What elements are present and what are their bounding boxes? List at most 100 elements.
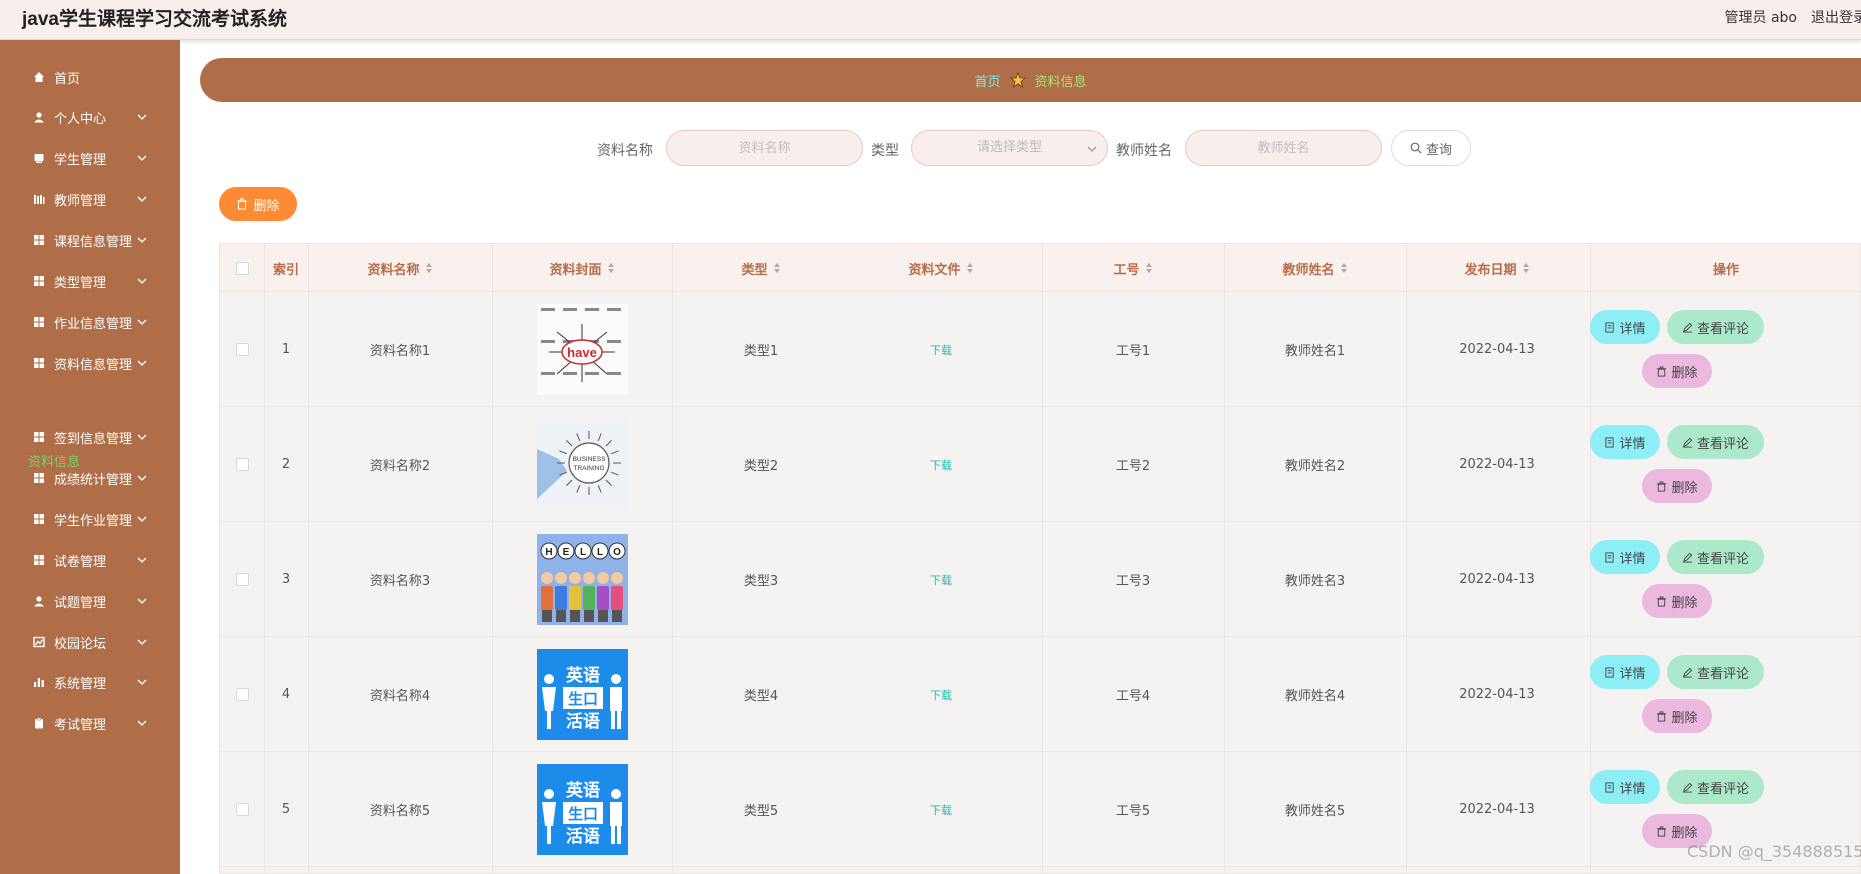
svg-text:活语: 活语 bbox=[566, 711, 600, 732]
sort-icon bbox=[1145, 263, 1152, 273]
row-checkbox[interactable] bbox=[235, 573, 249, 586]
header-date[interactable]: 发布日期 bbox=[1406, 244, 1588, 292]
index-cell: 3 bbox=[264, 522, 308, 637]
row-select-cell bbox=[220, 752, 264, 867]
work-no-cell: 工号4 bbox=[1042, 637, 1224, 752]
name-value: 资料名称2 bbox=[369, 459, 431, 474]
index-cell: 4 bbox=[264, 637, 308, 752]
delete-button[interactable]: 删除 bbox=[1642, 354, 1712, 388]
cover-image[interactable]: 英语 生口 活语 bbox=[536, 649, 628, 740]
chevron-down-icon bbox=[135, 716, 149, 730]
logout-link[interactable]: 退出登录 bbox=[1811, 7, 1861, 27]
detail-button[interactable]: 详情 bbox=[1590, 540, 1660, 574]
svg-text:生口: 生口 bbox=[567, 690, 597, 708]
sort-icon bbox=[425, 263, 432, 273]
breadcrumb-home[interactable]: 首页 bbox=[974, 71, 1000, 90]
header-teacher[interactable]: 教师姓名 bbox=[1224, 244, 1406, 292]
header-type[interactable]: 类型 bbox=[672, 244, 850, 292]
table-row: 2 资料名称2 BUSINESS TRAINING 类型2 下载 工号2 教师姓名2 2022-… bbox=[220, 407, 1860, 522]
cover-image[interactable]: BUSINESS TRAINING bbox=[536, 419, 628, 510]
sidebar-item[interactable]: 资料信息管理 bbox=[0, 343, 180, 383]
download-link[interactable]: 下载 bbox=[930, 572, 952, 588]
type-value: 类型4 bbox=[743, 689, 779, 704]
teacher-value: 教师姓名1 bbox=[1284, 344, 1346, 359]
svg-text:O: O bbox=[613, 547, 621, 558]
view-comments-button[interactable]: 查看评论 bbox=[1667, 425, 1764, 459]
download-link[interactable]: 下载 bbox=[930, 457, 952, 473]
teacher-search-input[interactable] bbox=[1185, 130, 1382, 166]
bulk-delete-button[interactable]: 删除 bbox=[219, 187, 297, 221]
cover-image[interactable]: have bbox=[536, 304, 628, 395]
header-cover[interactable]: 资料封面 bbox=[492, 244, 672, 292]
cover-image[interactable]: HELLO bbox=[536, 534, 628, 625]
query-button[interactable]: 查询 bbox=[1391, 130, 1471, 166]
sidebar-item[interactable]: 首页 bbox=[0, 57, 180, 97]
sidebar-item[interactable]: 系统管理 bbox=[0, 662, 180, 702]
cover-image[interactable]: 英语 生口 活语 bbox=[536, 764, 628, 855]
type-cell: 类型5 bbox=[672, 752, 850, 867]
download-link[interactable]: 下载 bbox=[930, 802, 952, 818]
name-value: 资料名称4 bbox=[369, 689, 431, 704]
header-ops: 操作 bbox=[1712, 262, 1739, 278]
header-select-all[interactable] bbox=[220, 244, 264, 292]
grid-icon bbox=[32, 233, 46, 247]
work-no-value: 工号4 bbox=[1115, 689, 1151, 704]
sidebar-item[interactable]: 考试管理 bbox=[0, 703, 180, 743]
top-bar-right: 管理员 abo 退出登录 bbox=[1725, 5, 1861, 29]
download-link[interactable]: 下载 bbox=[930, 342, 952, 358]
date-value: 2022-04-13 bbox=[1459, 687, 1535, 702]
table-row: 5 资料名称5 英语 生口 活语 类型5 下载 工号5 教师姓名5 2022-04-13 详情 查看评… bbox=[220, 752, 1860, 867]
sidebar-item[interactable]: 学生管理 bbox=[0, 138, 180, 178]
file-cell: 下载 bbox=[850, 292, 1032, 407]
svg-text:L: L bbox=[579, 547, 585, 558]
sidebar-item[interactable]: 学生作业管理 bbox=[0, 499, 180, 539]
delete-button[interactable]: 删除 bbox=[1642, 699, 1712, 733]
work-no-cell: 工号2 bbox=[1042, 407, 1224, 522]
download-link[interactable]: 下载 bbox=[930, 687, 952, 703]
chevron-down-icon bbox=[135, 356, 149, 370]
sidebar-item[interactable]: 试卷管理 bbox=[0, 540, 180, 580]
detail-button[interactable]: 详情 bbox=[1590, 655, 1660, 689]
sidebar-item[interactable]: 签到信息管理 bbox=[0, 417, 180, 457]
sidebar-subitem-active[interactable]: 资料信息 bbox=[28, 451, 80, 470]
sidebar-item[interactable]: 教师管理 bbox=[0, 179, 180, 219]
name-cell: 资料名称3 bbox=[308, 522, 492, 637]
cover-cell: HELLO bbox=[492, 522, 672, 637]
view-comments-button[interactable]: 查看评论 bbox=[1667, 770, 1764, 804]
sidebar-item[interactable]: 试题管理 bbox=[0, 581, 180, 621]
detail-button[interactable]: 详情 bbox=[1590, 770, 1660, 804]
app-title: java学生课程学习交流考试系统 bbox=[22, 9, 287, 30]
header-name[interactable]: 资料名称 bbox=[308, 244, 492, 292]
work-no-value: 工号1 bbox=[1115, 344, 1151, 359]
row-checkbox[interactable] bbox=[235, 803, 249, 816]
row-checkbox[interactable] bbox=[235, 458, 249, 471]
select-all-checkbox[interactable] bbox=[235, 261, 249, 275]
sidebar-item[interactable]: 作业信息管理 bbox=[0, 302, 180, 342]
name-search-input[interactable] bbox=[666, 130, 863, 166]
detail-button[interactable]: 详情 bbox=[1590, 425, 1660, 459]
delete-button[interactable]: 删除 bbox=[1642, 469, 1712, 503]
sidebar-item[interactable]: 类型管理 bbox=[0, 261, 180, 301]
edit-icon bbox=[1682, 782, 1697, 793]
delete-button[interactable]: 删除 bbox=[1642, 584, 1712, 618]
header-work-no[interactable]: 工号 bbox=[1042, 244, 1224, 292]
view-comments-button[interactable]: 查看评论 bbox=[1667, 655, 1764, 689]
sidebar-item[interactable]: 成绩统计管理 bbox=[0, 458, 180, 498]
view-comments-button[interactable]: 查看评论 bbox=[1667, 540, 1764, 574]
header-file[interactable]: 资料文件 bbox=[850, 244, 1032, 292]
grid-icon bbox=[32, 315, 46, 329]
view-comments-button-label: 查看评论 bbox=[1696, 436, 1749, 452]
sort-icon bbox=[966, 263, 973, 273]
detail-button[interactable]: 详情 bbox=[1590, 310, 1660, 344]
row-checkbox[interactable] bbox=[235, 688, 249, 701]
sidebar-item[interactable]: 课程信息管理 bbox=[0, 220, 180, 260]
trash-icon bbox=[1656, 825, 1671, 837]
sidebar-item[interactable]: 个人中心 bbox=[0, 97, 180, 137]
teacher-cell: 教师姓名2 bbox=[1224, 407, 1406, 522]
type-select[interactable]: 请选择类型 bbox=[911, 130, 1108, 166]
view-comments-button[interactable]: 查看评论 bbox=[1667, 310, 1764, 344]
sidebar-item[interactable]: 校园论坛 bbox=[0, 622, 180, 662]
row-checkbox[interactable] bbox=[235, 343, 249, 356]
teacher-value: 教师姓名4 bbox=[1284, 689, 1346, 704]
svg-text:H: H bbox=[545, 547, 552, 558]
